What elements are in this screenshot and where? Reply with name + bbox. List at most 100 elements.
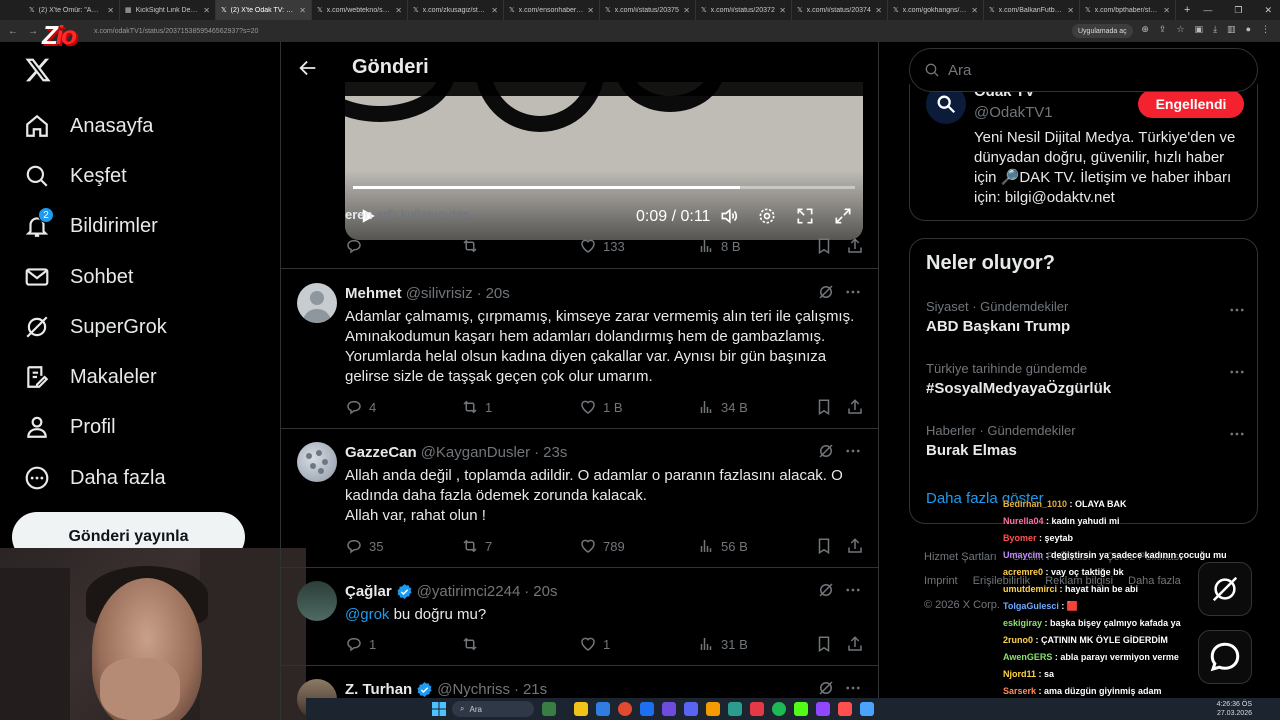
profile-icon[interactable]: ●: [1246, 24, 1251, 35]
star-icon[interactable]: ☆: [1176, 24, 1184, 35]
reply-button[interactable]: 1: [345, 635, 376, 653]
reply-button[interactable]: 35: [345, 537, 383, 555]
footer-link[interactable]: Imprint: [924, 575, 958, 587]
settings-gear-icon[interactable]: [757, 206, 777, 226]
avatar[interactable]: [297, 581, 337, 621]
taskbar-app-icon[interactable]: [772, 702, 786, 716]
author-name[interactable]: Mehmet: [345, 285, 402, 302]
new-tab-icon[interactable]: +: [1176, 0, 1198, 20]
chat-username[interactable]: 2runo0: [1003, 635, 1033, 645]
back-nav-icon[interactable]: ←: [8, 26, 18, 37]
views-button[interactable]: 8 B: [697, 237, 741, 255]
trend-item[interactable]: Haberler · Gündemdekiler Burak Elmas: [926, 423, 1246, 459]
close-tab-icon[interactable]: ✕: [203, 6, 210, 15]
menu-icon[interactable]: ⋮: [1261, 24, 1270, 35]
close-tab-icon[interactable]: ✕: [491, 6, 498, 15]
download-icon[interactable]: ⤓: [1213, 24, 1217, 35]
post-time[interactable]: 20s: [533, 583, 557, 600]
share-button[interactable]: [846, 237, 864, 255]
taskbar-app-icon[interactable]: [860, 702, 874, 716]
share-button[interactable]: [846, 537, 864, 555]
more-options-icon[interactable]: [844, 581, 862, 599]
taskbar-app-icon[interactable]: [684, 702, 698, 716]
browser-tab[interactable]: 𝕏(2) X'te Odak TV: "Ama✕: [216, 0, 312, 20]
close-tab-icon[interactable]: ✕: [779, 6, 786, 15]
nav-item-explore[interactable]: Keşfet: [24, 161, 127, 191]
like-button[interactable]: 1 B: [579, 398, 623, 416]
taskbar-app-icon[interactable]: [618, 702, 632, 716]
video-progress-bar[interactable]: [353, 186, 855, 189]
fullscreen-icon[interactable]: [833, 206, 853, 226]
chat-username[interactable]: eskigiray: [1003, 618, 1042, 628]
chat-username[interactable]: TolgaGulesci: [1003, 601, 1059, 611]
trend-item[interactable]: Siyaset · Gündemdekiler ABD Başkanı Trum…: [926, 299, 1246, 335]
more-options-icon[interactable]: [844, 283, 862, 301]
grok-explain-icon[interactable]: [817, 283, 835, 301]
url-field[interactable]: x.com/odakTV1/status/2037153859546562937…: [84, 23, 984, 39]
nav-item-articles[interactable]: Makaleler: [24, 362, 157, 392]
footer-link[interactable]: Hizmet Şartları: [924, 551, 997, 563]
browser-tab[interactable]: 𝕏x.com/i/status/20372 ✕: [696, 0, 792, 20]
repost-button[interactable]: 7: [461, 537, 492, 555]
chat-username[interactable]: Umaycim: [1003, 550, 1043, 560]
taskbar-app-icon[interactable]: [662, 702, 676, 716]
post-time[interactable]: 23s: [543, 444, 567, 461]
bookmark-button[interactable]: [815, 635, 833, 653]
taskbar-app-icon[interactable]: [640, 702, 654, 716]
share-button[interactable]: [846, 398, 864, 416]
like-button[interactable]: 789: [579, 537, 625, 555]
nav-item-supergrok[interactable]: SuperGrok: [24, 312, 167, 342]
bookmark-button[interactable]: [815, 398, 833, 416]
more-options-icon[interactable]: [1228, 301, 1246, 319]
grok-explain-icon[interactable]: [817, 581, 835, 599]
close-tab-icon[interactable]: ✕: [1163, 6, 1170, 15]
author-name[interactable]: GazzeCan: [345, 444, 417, 461]
browser-tab[interactable]: 𝕏x.com/ensonhaber/sta ✕: [504, 0, 600, 20]
more-options-icon[interactable]: [844, 679, 862, 697]
taskbar-search[interactable]: ⌕ Ara: [452, 701, 534, 717]
close-tab-icon[interactable]: ✕: [107, 6, 114, 15]
repost-button[interactable]: 1: [461, 398, 492, 416]
browser-tab[interactable]: 𝕏x.com/BalkanFutbolu ✕: [984, 0, 1080, 20]
profile-card[interactable]: Odak TV @OdakTV1 Engellendi Yeni Nesil D…: [909, 84, 1258, 221]
repost-button[interactable]: [461, 237, 485, 255]
profile-handle[interactable]: @OdakTV1: [974, 104, 1053, 121]
author-handle[interactable]: @KayganDusler: [421, 444, 530, 461]
taskbar-app-icon[interactable]: [750, 702, 764, 716]
share-icon[interactable]: ⇪: [1159, 24, 1167, 35]
author-handle[interactable]: @Nychriss: [437, 681, 510, 698]
author-name[interactable]: Z. Turhan: [345, 681, 412, 698]
browser-tab[interactable]: ▦ KickSight Link Detecto ✕: [120, 0, 216, 20]
nav-item-messages[interactable]: Sohbet: [24, 262, 133, 292]
minimize-icon[interactable]: —: [1203, 5, 1212, 15]
close-tab-icon[interactable]: ✕: [395, 6, 402, 15]
taskbar-app-icon[interactable]: [794, 702, 808, 716]
taskbar-app-icon[interactable]: [706, 702, 720, 716]
views-button[interactable]: 56 B: [697, 537, 748, 555]
more-options-icon[interactable]: [1228, 425, 1246, 443]
chat-username[interactable]: Njord11: [1003, 669, 1036, 679]
search-input[interactable]: Ara: [909, 48, 1258, 92]
share-button[interactable]: [846, 635, 864, 653]
reply-button[interactable]: [345, 237, 369, 255]
views-button[interactable]: 31 B: [697, 635, 748, 653]
chat-username[interactable]: umutdemirci: [1003, 584, 1057, 594]
grok-explain-icon[interactable]: [817, 442, 835, 460]
mention-link[interactable]: @grok: [345, 606, 389, 623]
open-in-app-chip[interactable]: Uygulamada aç: [1072, 24, 1133, 38]
repost-button[interactable]: [461, 635, 485, 653]
nav-item-home[interactable]: Anasayfa: [24, 111, 153, 141]
avatar[interactable]: [297, 283, 337, 323]
grok-float-button[interactable]: [1198, 562, 1252, 616]
reply-button[interactable]: 4: [345, 398, 376, 416]
zoom-icon[interactable]: ⊕: [1141, 24, 1149, 35]
bookmark-button[interactable]: [815, 537, 833, 555]
forward-nav-icon[interactable]: →: [28, 26, 38, 37]
browser-tab[interactable]: 𝕏x.com/gokhangns/sta ✕: [888, 0, 984, 20]
nav-item-profile[interactable]: Profil: [24, 412, 116, 442]
close-tab-icon[interactable]: ✕: [299, 6, 306, 15]
taskbar-app-icon[interactable]: [574, 702, 588, 716]
close-tab-icon[interactable]: ✕: [587, 6, 594, 15]
taskbar-clock[interactable]: 4:26:36 ÖS 27.03.2026: [1217, 700, 1252, 718]
browser-tab[interactable]: 𝕏x.com/i/status/20375 ✕: [600, 0, 696, 20]
